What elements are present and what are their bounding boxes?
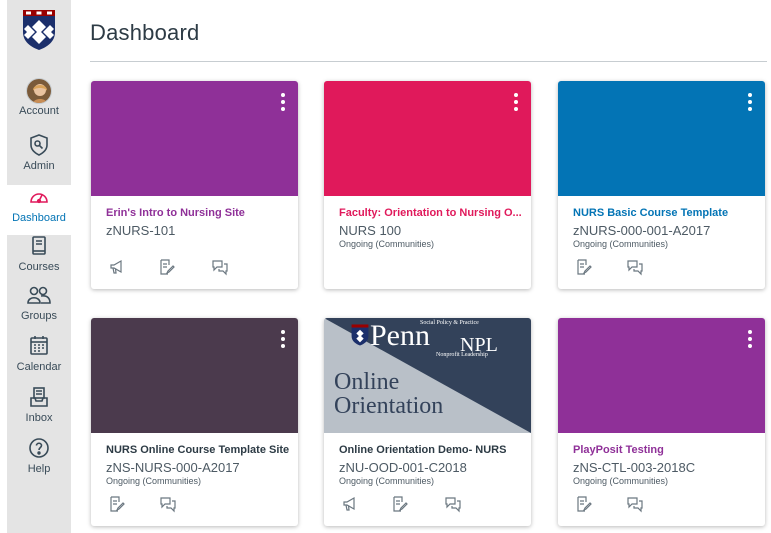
nav-admin[interactable]: Admin	[7, 133, 71, 183]
nav-courses[interactable]: Courses	[7, 234, 71, 284]
nav-label-dashboard: Dashboard	[12, 212, 66, 224]
orientation-tagline-bottom: Nonprofit Leadership	[436, 352, 488, 358]
course-card[interactable]: Erin's Intro to Nursing Site zNURS-101	[91, 81, 298, 289]
discussions-icon[interactable]	[211, 258, 233, 280]
discussions-icon[interactable]	[444, 495, 466, 517]
card-course-code: zNS-CTL-003-2018C	[573, 460, 696, 475]
shield-icon	[7, 133, 71, 159]
card-term: Ongoing (Communities)	[573, 476, 669, 486]
penn-logo[interactable]	[20, 10, 58, 50]
card-term: Ongoing (Communities)	[106, 476, 202, 486]
help-icon	[7, 436, 71, 462]
card-course-code: zNS-NURS-000-A2017	[106, 460, 240, 475]
assignments-icon[interactable]	[108, 495, 130, 517]
card-options-menu[interactable]	[276, 330, 290, 354]
assignments-icon[interactable]	[158, 258, 180, 280]
nav-account[interactable]: Account	[7, 78, 71, 128]
orientation-line-2: Orientation	[334, 393, 444, 419]
card-options-menu[interactable]	[743, 93, 757, 117]
card-hero[interactable]	[558, 318, 765, 433]
nav-label-account: Account	[19, 105, 59, 117]
card-term: Ongoing (Communities)	[339, 239, 435, 249]
card-options-menu[interactable]	[743, 330, 757, 354]
discussions-icon[interactable]	[626, 495, 648, 517]
course-card[interactable]: PlayPosit Testing zNS-CTL-003-2018C Ongo…	[558, 318, 765, 526]
nav-label-calendar: Calendar	[16, 361, 62, 373]
avatar	[26, 78, 52, 104]
people-icon	[7, 283, 71, 309]
card-title[interactable]: Online Orientation Demo- NURS	[339, 444, 524, 456]
assignments-icon[interactable]	[575, 495, 597, 517]
card-options-menu[interactable]	[509, 93, 523, 117]
card-title[interactable]: NURS Online Course Template Site	[106, 444, 291, 456]
card-course-code: zNURS-000-001-A2017	[573, 223, 711, 238]
nav-dashboard[interactable]: Dashboard	[7, 185, 71, 235]
book-icon	[7, 234, 71, 260]
card-course-code: NURS 100	[339, 223, 402, 238]
discussions-icon[interactable]	[626, 258, 648, 280]
course-card[interactable]: NURS Online Course Template Site zNS-NUR…	[91, 318, 298, 526]
announcements-icon[interactable]	[108, 258, 130, 280]
card-title[interactable]: NURS Basic Course Template	[573, 207, 758, 219]
page-title: Dashboard	[90, 20, 200, 45]
card-term: Ongoing (Communities)	[573, 239, 669, 249]
orientation-line-1: Online	[334, 369, 400, 395]
card-options-menu[interactable]	[276, 93, 290, 117]
nav-label-inbox: Inbox	[25, 412, 53, 424]
global-navigation: Account Admin Dashboard Courses Groups C…	[7, 0, 71, 533]
card-course-code: zNURS-101	[106, 223, 176, 238]
nav-label-groups: Groups	[20, 310, 58, 322]
course-card[interactable]: Faculty: Orientation to Nursing O... NUR…	[324, 81, 531, 289]
nav-label-courses: Courses	[18, 261, 60, 273]
card-action-icons	[103, 495, 203, 517]
nav-label-help: Help	[27, 463, 51, 475]
card-hero[interactable]	[558, 81, 765, 196]
course-card[interactable]: Social Policy & Practice Penn NPL Nonpro…	[324, 318, 531, 526]
avatar-wrap	[7, 78, 71, 104]
assignments-icon[interactable]	[575, 258, 597, 280]
card-course-code: zNU-OOD-001-C2018	[339, 460, 467, 475]
card-action-icons	[336, 495, 476, 517]
card-hero-image[interactable]: Social Policy & Practice Penn NPL Nonpro…	[324, 318, 531, 433]
card-title[interactable]: PlayPosit Testing	[573, 444, 758, 456]
card-title[interactable]: Faculty: Orientation to Nursing O...	[339, 207, 524, 219]
inbox-icon	[7, 385, 71, 411]
nav-calendar[interactable]: Calendar	[7, 334, 71, 384]
discussions-icon[interactable]	[159, 495, 181, 517]
card-action-icons	[103, 258, 243, 280]
calendar-icon	[7, 334, 71, 360]
gauge-icon	[7, 185, 71, 211]
course-card[interactable]: NURS Basic Course Template zNURS-000-001…	[558, 81, 765, 289]
header-divider	[90, 61, 767, 62]
nav-label-admin: Admin	[23, 160, 55, 172]
penn-shield-icon	[351, 324, 369, 346]
card-title[interactable]: Erin's Intro to Nursing Site	[106, 207, 291, 219]
nav-help[interactable]: Help	[7, 436, 71, 486]
card-hero[interactable]	[91, 81, 298, 196]
card-hero[interactable]	[324, 81, 531, 196]
nav-groups[interactable]: Groups	[7, 283, 71, 333]
announcements-icon[interactable]	[341, 495, 363, 517]
card-action-icons	[570, 495, 670, 517]
card-action-icons	[570, 258, 670, 280]
card-term: Ongoing (Communities)	[339, 476, 435, 486]
assignments-icon[interactable]	[391, 495, 413, 517]
card-hero[interactable]	[91, 318, 298, 433]
orientation-brand: Penn	[370, 319, 430, 352]
nav-inbox[interactable]: Inbox	[7, 385, 71, 435]
